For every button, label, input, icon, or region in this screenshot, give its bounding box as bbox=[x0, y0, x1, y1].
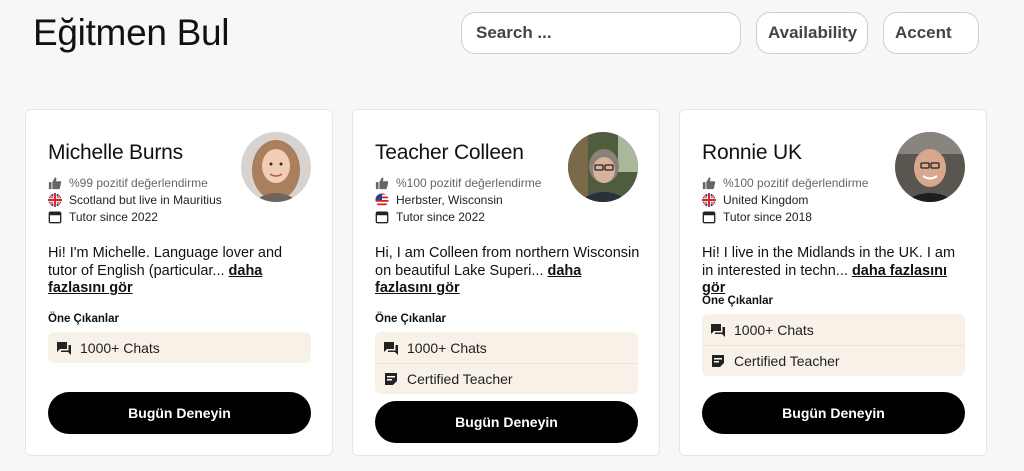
highlight-chats: 1000+ Chats bbox=[702, 314, 965, 345]
thumbs-up-icon bbox=[375, 176, 389, 190]
uk-flag-icon bbox=[48, 192, 62, 207]
calendar-icon bbox=[48, 210, 62, 224]
try-today-button[interactable]: Bugün Deneyin bbox=[375, 401, 638, 443]
rating-text: %100 pozitif değerlendirme bbox=[396, 175, 542, 190]
calendar-icon bbox=[375, 210, 389, 224]
tutor-card-ronnie[interactable]: Ronnie UK %100 pozitif değerlendirme Uni… bbox=[679, 109, 987, 456]
highlight-certified: Certified Teacher bbox=[375, 363, 638, 394]
search-input[interactable] bbox=[461, 12, 741, 54]
certificate-icon bbox=[383, 371, 399, 387]
try-today-button[interactable]: Bugün Deneyin bbox=[48, 392, 311, 434]
highlights-list: 1000+ Chats Certified Teacher bbox=[702, 314, 965, 376]
avatar bbox=[895, 132, 965, 202]
location-text: Scotland but live in Mauritius bbox=[69, 192, 222, 207]
page-title: Eğitmen Bul bbox=[33, 12, 230, 53]
tutor-name[interactable]: Ronnie UK bbox=[702, 141, 802, 165]
tutor-since-text: Tutor since 2018 bbox=[723, 209, 812, 224]
tutor-name[interactable]: Michelle Burns bbox=[48, 141, 183, 165]
highlight-certified: Certified Teacher bbox=[702, 345, 965, 376]
chat-icon bbox=[710, 322, 726, 338]
try-today-button[interactable]: Bugün Deneyin bbox=[702, 392, 965, 434]
avatar bbox=[568, 132, 638, 202]
highlights-list: 1000+ Chats Certified Teacher bbox=[375, 332, 638, 394]
chat-icon bbox=[383, 340, 399, 356]
rating-text: %100 pozitif değerlendirme bbox=[723, 175, 869, 190]
chat-icon bbox=[56, 340, 72, 356]
location-text: United Kingdom bbox=[723, 192, 809, 207]
location-text: Herbster, Wisconsin bbox=[396, 192, 503, 207]
highlight-chats: 1000+ Chats bbox=[375, 332, 638, 363]
calendar-icon bbox=[702, 210, 716, 224]
accent-filter-button[interactable]: Accent bbox=[883, 12, 979, 54]
uk-flag-icon bbox=[702, 192, 716, 207]
highlights-title: Öne Çıkanlar bbox=[702, 295, 773, 307]
tutor-card-michelle[interactable]: Michelle Burns %99 pozitif değerlendirme… bbox=[25, 109, 333, 456]
tutor-bio: Hi! I live in the Midlands in the UK. I … bbox=[702, 245, 956, 296]
avatar bbox=[241, 132, 311, 202]
tutor-since-text: Tutor since 2022 bbox=[396, 209, 485, 224]
availability-filter-button[interactable]: Availability bbox=[756, 12, 868, 54]
thumbs-up-icon bbox=[702, 176, 716, 190]
tutor-card-colleen[interactable]: Teacher Colleen %100 pozitif değerlendir… bbox=[352, 109, 660, 456]
tutor-bio: Hi, I am Colleen from northern Wisconsin… bbox=[375, 245, 640, 296]
thumbs-up-icon bbox=[48, 176, 62, 190]
tutor-bio: Hi! I'm Michelle. Language lover and tut… bbox=[48, 245, 283, 296]
highlights-title: Öne Çıkanlar bbox=[48, 313, 119, 325]
highlights-list: 1000+ Chats bbox=[48, 332, 311, 363]
tutor-name[interactable]: Teacher Colleen bbox=[375, 141, 524, 165]
rating-text: %99 pozitif değerlendirme bbox=[69, 175, 208, 190]
us-flag-icon bbox=[375, 192, 389, 207]
highlights-title: Öne Çıkanlar bbox=[375, 313, 446, 325]
certificate-icon bbox=[710, 353, 726, 369]
highlight-chats: 1000+ Chats bbox=[48, 332, 311, 363]
tutor-since-text: Tutor since 2022 bbox=[69, 209, 158, 224]
